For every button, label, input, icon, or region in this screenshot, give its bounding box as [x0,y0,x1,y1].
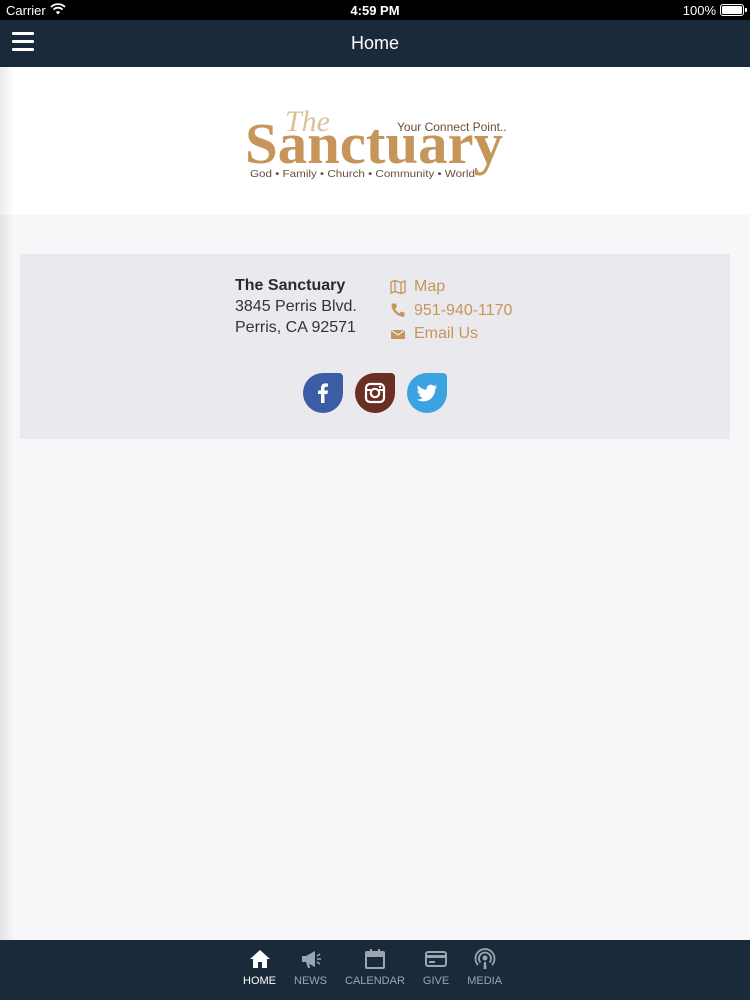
facebook-button[interactable] [303,373,343,413]
tab-media[interactable]: MEDIA [467,948,502,987]
phone-link[interactable]: 951-940-1170 [390,299,512,323]
page-title: Home [350,33,399,53]
map-icon [390,279,406,294]
street-address: 3845 Perris Blvd. [235,298,357,315]
map-label: Map [414,278,446,295]
social-links [303,373,447,413]
instagram-icon [364,382,386,404]
battery-percent: 100% [682,3,716,18]
tab-give-label: GIVE [422,975,450,987]
edge-shadow [0,67,14,940]
tab-news[interactable]: NEWS [294,948,327,987]
tab-calendar[interactable]: CALENDAR [345,948,405,987]
tab-news-label: NEWS [294,975,327,987]
calendar-icon [364,949,385,969]
email-link[interactable]: Email Us [390,322,512,346]
nav-bar: Home [0,20,750,67]
tab-home[interactable]: HOME [243,948,276,987]
logo-area: The Sanctuary Your Connect Point.. God •… [0,67,750,215]
logo-tagline: Your Connect Point.. [397,120,507,134]
tab-bar: HOME NEWS CALENDAR GIVE MEDIA [0,940,750,1000]
facebook-icon [318,383,328,403]
sanctuary-logo: The Sanctuary Your Connect Point.. God •… [245,105,507,180]
tab-media-label: MEDIA [467,975,503,987]
clock: 4:59 PM [350,3,400,18]
phone-icon [391,303,405,318]
status-bar: Carrier 4:59 PM 100% [0,0,750,20]
tab-give[interactable]: GIVE [423,948,449,987]
instagram-button[interactable] [355,373,395,413]
tab-list: HOME NEWS CALENDAR GIVE MEDIA [243,948,502,987]
email-label: Email Us [414,325,479,342]
twitter-button[interactable] [407,373,447,413]
tab-calendar-label: CALENDAR [345,975,405,987]
battery-icon [720,4,747,16]
city-address: Perris, CA 92571 [235,319,356,336]
church-name: The Sanctuary [235,277,346,294]
megaphone-icon [301,951,321,968]
podcast-icon [474,948,496,969]
tab-home-label: HOME [243,975,276,987]
credit-card-icon [425,951,448,967]
logo-subline: God • Family • Church • Community • Worl… [250,168,475,180]
home-icon [249,950,270,968]
address-block: The Sanctuary 3845 Perris Blvd. Perris, … [235,275,357,338]
envelope-icon [390,329,406,339]
map-link[interactable]: Map [390,275,512,299]
contact-card: The Sanctuary 3845 Perris Blvd. Perris, … [20,254,730,439]
twitter-icon [416,384,437,402]
contact-links: Map 951-940-1170 Email Us [390,275,512,346]
phone-number: 951-940-1170 [414,301,513,319]
